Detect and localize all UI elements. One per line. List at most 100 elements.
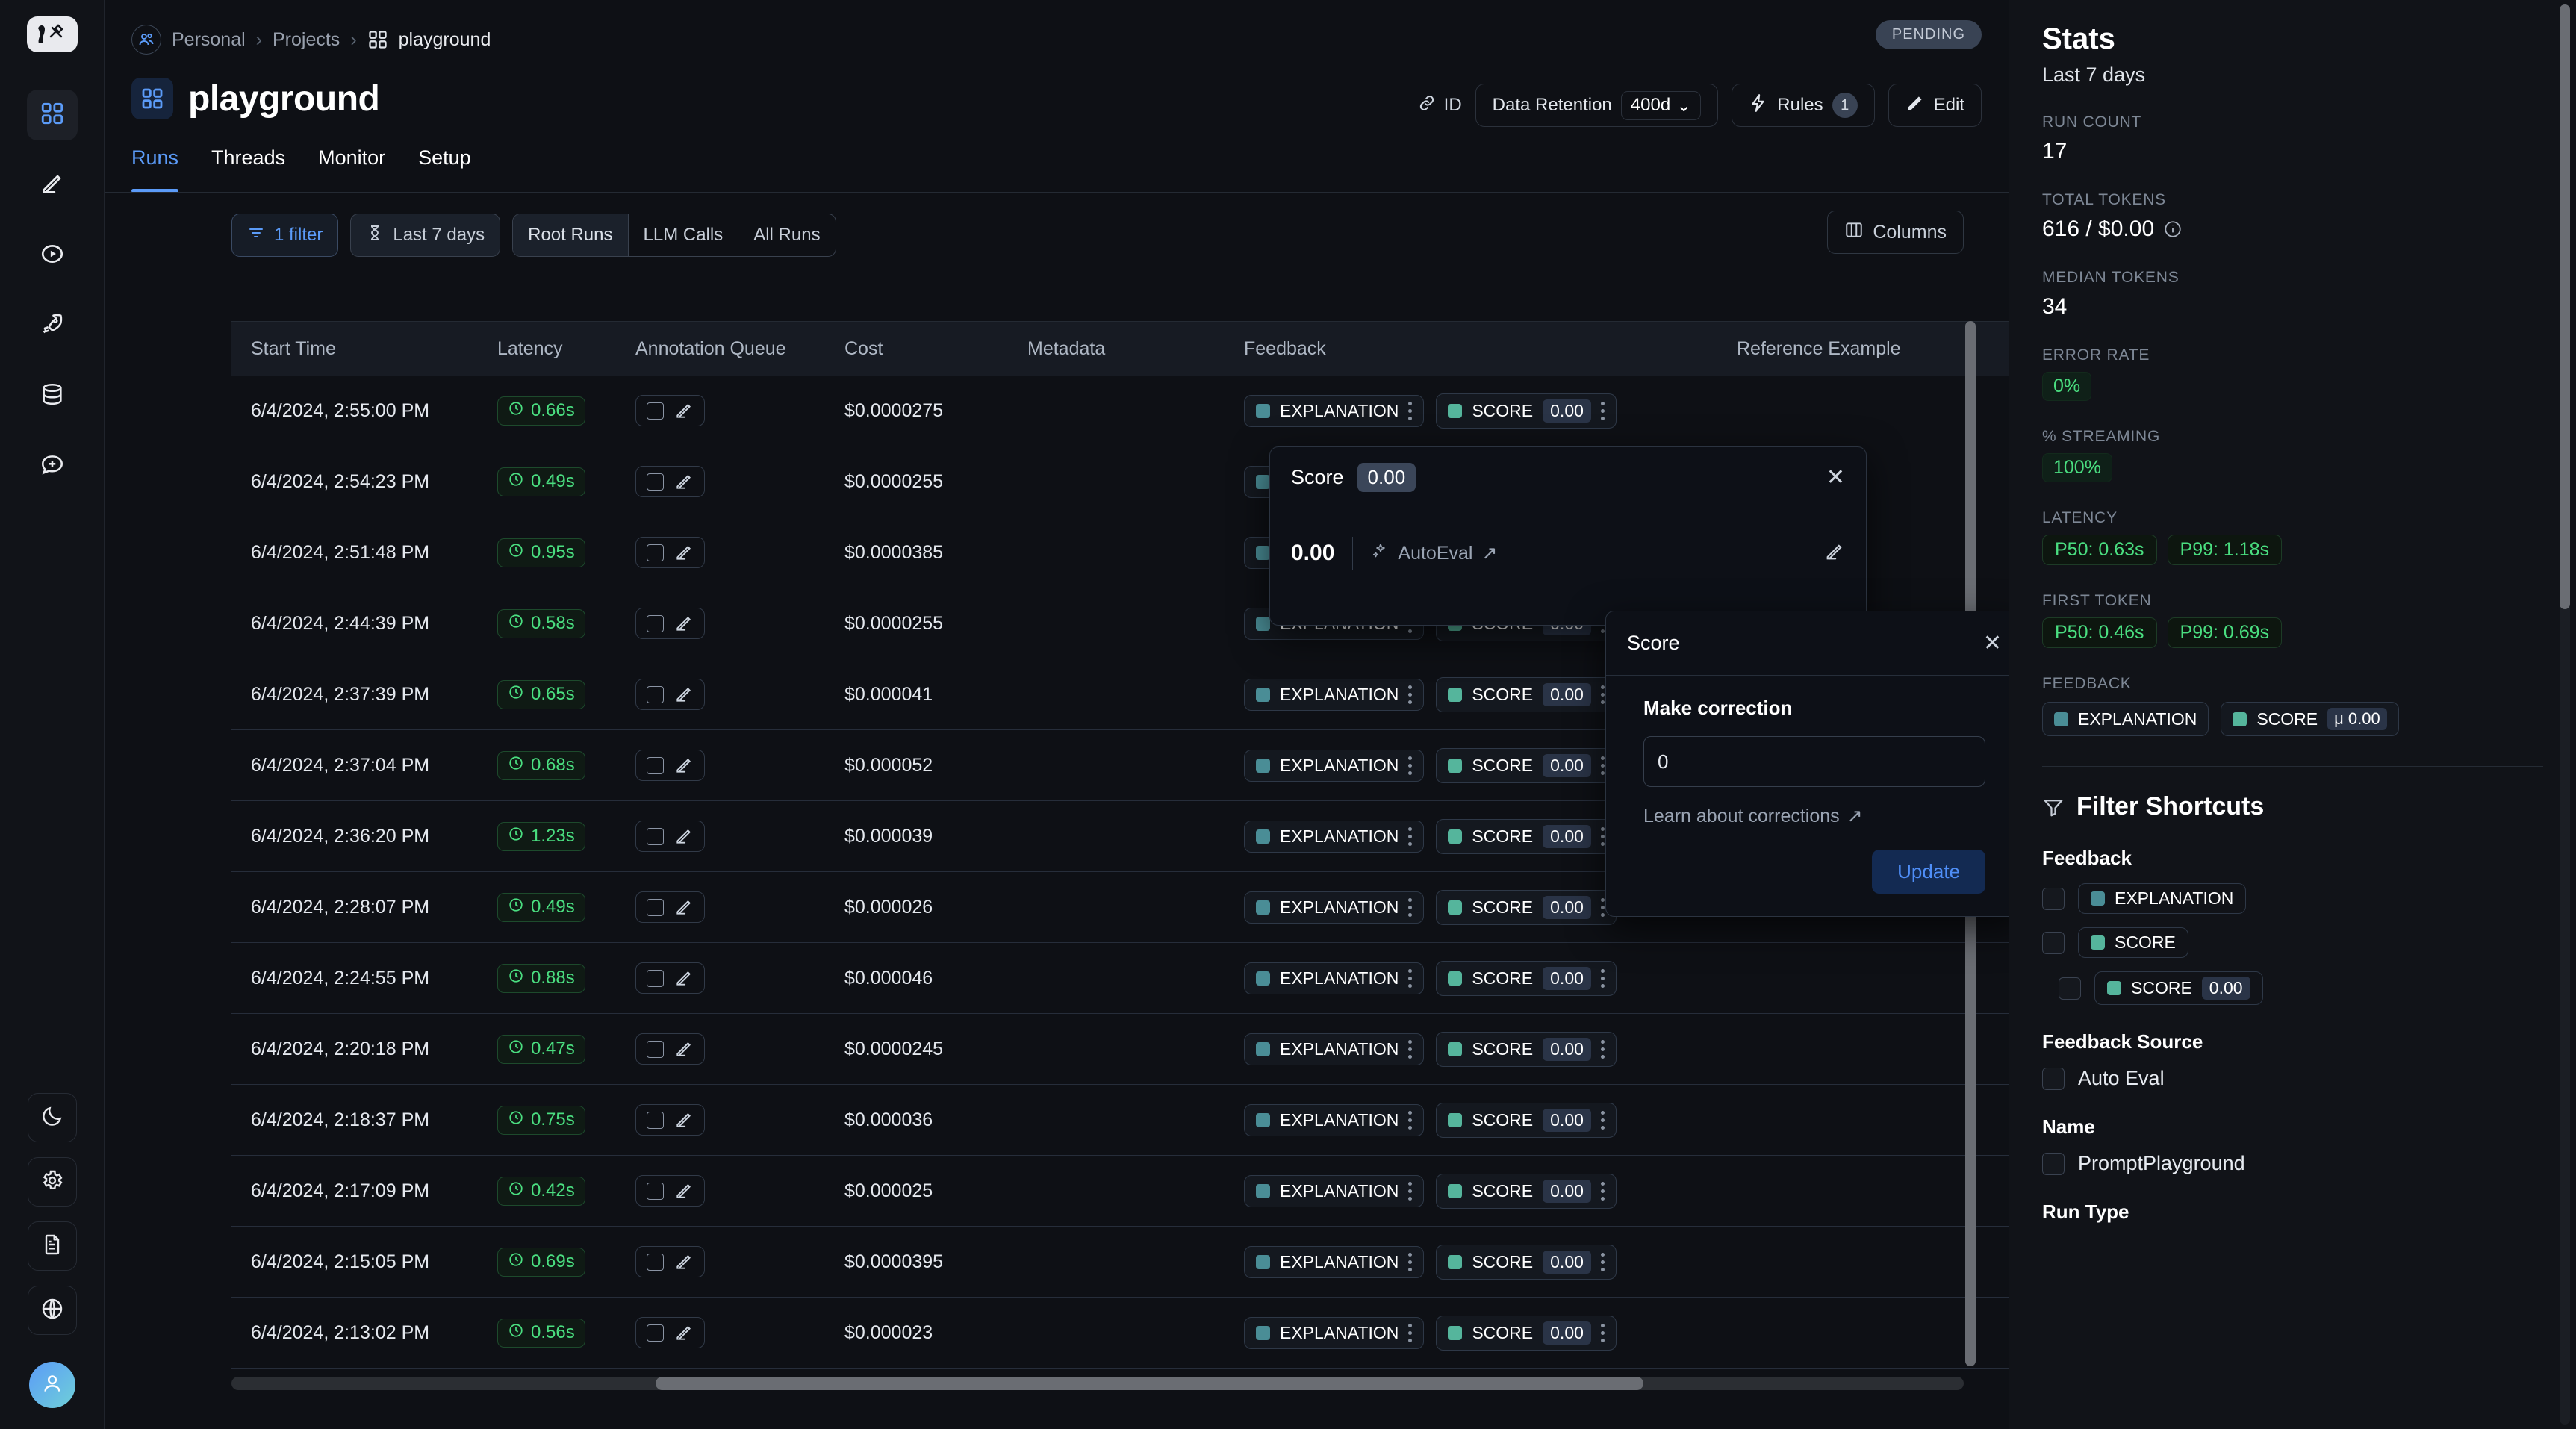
breadcrumb-item-projects[interactable]: Projects [273,29,340,51]
tag-menu-icon[interactable] [1600,897,1605,917]
tag-menu-icon[interactable] [1600,1323,1605,1342]
sidebar-item-deployments[interactable] [27,300,78,351]
tag-menu-icon[interactable] [1408,756,1413,775]
edit-button[interactable]: Edit [1888,84,1982,127]
segment-root-runs[interactable]: Root Runs [513,214,629,256]
project-id-chip[interactable]: ID [1417,93,1462,118]
panel-scrollbar-thumb[interactable] [2560,4,2570,609]
cell-start-time[interactable]: 6/4/2024, 2:44:39 PM [231,613,478,635]
checkbox-icon[interactable] [647,614,664,632]
filter-option-tag[interactable]: EXPLANATION [2078,883,2247,914]
tag-menu-icon[interactable] [1600,685,1605,704]
feedback-tag-explanation[interactable]: EXPLANATION [1244,1103,1425,1136]
annotation-queue-control[interactable] [635,821,705,852]
feedback-tag-explanation[interactable]: EXPLANATION [1244,394,1425,427]
sidebar-item-projects[interactable] [26,90,78,140]
tag-menu-icon[interactable] [1600,401,1605,420]
time-range-button[interactable]: Last 7 days [350,214,501,257]
table-row[interactable]: 6/4/2024, 2:15:05 PM 0.69s $0.0000395 EXPLA… [231,1227,2009,1298]
feedback-tag-explanation[interactable]: EXPLANATION [1244,1033,1425,1065]
correction-input[interactable] [1643,736,1985,787]
column-header-feedback[interactable]: Feedback [1225,338,1717,360]
tab-runs[interactable]: Runs [131,146,179,193]
checkbox-icon[interactable] [647,756,664,774]
tag-menu-icon[interactable] [1600,1252,1605,1271]
column-header-latency[interactable]: Latency [478,338,616,360]
annotation-queue-control[interactable] [635,891,705,923]
annotation-queue-control[interactable] [635,608,705,639]
cell-start-time[interactable]: 6/4/2024, 2:18:37 PM [231,1109,478,1131]
checkbox-icon[interactable] [647,1040,664,1058]
feedback-tag-explanation[interactable]: EXPLANATION [1244,820,1425,853]
feedback-tag-score[interactable]: SCORE 0.00 [1436,818,1617,854]
pencil-icon[interactable] [674,1323,694,1342]
pencil-icon[interactable] [674,543,694,562]
cell-start-time[interactable]: 6/4/2024, 2:15:05 PM [231,1251,478,1273]
pencil-icon[interactable] [674,472,694,491]
table-row[interactable]: 6/4/2024, 2:13:02 PM 0.56s $0.000023 EXPLAN… [231,1298,2009,1369]
feedback-tag-explanation[interactable]: EXPLANATION [1244,1174,1425,1207]
langsmith-logo[interactable] [26,16,78,52]
pencil-icon[interactable] [674,897,694,917]
tag-menu-icon[interactable] [1408,1252,1413,1271]
column-header-start-time[interactable]: Start Time [231,338,478,360]
cell-start-time[interactable]: 6/4/2024, 2:17:09 PM [231,1180,478,1202]
tag-menu-icon[interactable] [1408,1110,1413,1130]
checkbox-icon[interactable] [647,473,664,491]
pencil-icon[interactable] [674,1181,694,1201]
tag-menu-icon[interactable] [1408,1181,1413,1201]
close-icon[interactable]: ✕ [1983,632,2002,655]
cell-start-time[interactable]: 6/4/2024, 2:36:20 PM [231,826,478,847]
checkbox-icon[interactable] [647,1182,664,1200]
feedback-tag-score[interactable]: SCORE 0.00 [1436,676,1617,712]
tag-menu-icon[interactable] [1408,1039,1413,1059]
filter-option-tag[interactable]: SCORE 0.00 [2094,971,2263,1005]
pencil-icon[interactable] [674,1110,694,1130]
cell-start-time[interactable]: 6/4/2024, 2:24:55 PM [231,968,478,989]
table-horizontal-scrollbar[interactable] [231,1377,1964,1390]
tag-menu-icon[interactable] [1600,826,1605,846]
filter-option[interactable]: Auto Eval [2042,1067,2543,1090]
table-row[interactable]: 6/4/2024, 2:18:37 PM 0.75s $0.000036 EXPLAN… [231,1085,2009,1156]
cell-start-time[interactable]: 6/4/2024, 2:37:04 PM [231,755,478,776]
checkbox-icon[interactable] [2042,931,2065,954]
sidebar-item-datasets[interactable] [27,370,78,421]
filter-button[interactable]: 1 filter [231,214,339,257]
pencil-icon[interactable] [674,1252,694,1271]
annotation-queue-control[interactable] [635,962,705,994]
feedback-chip-explanation[interactable]: EXPLANATION [2042,702,2209,736]
feedback-tag-score[interactable]: SCORE 0.00 [1436,1102,1617,1138]
update-button[interactable]: Update [1872,850,1985,894]
cell-start-time[interactable]: 6/4/2024, 2:20:18 PM [231,1039,478,1060]
feedback-tag-score[interactable]: SCORE 0.00 [1436,1244,1617,1280]
column-header-metadata[interactable]: Metadata [1008,338,1225,360]
scrollbar-thumb[interactable] [656,1377,1643,1390]
column-header-cost[interactable]: Cost [825,338,1008,360]
feedback-tag-score[interactable]: SCORE 0.00 [1436,960,1617,996]
segment-all-runs[interactable]: All Runs [738,214,835,256]
tag-menu-icon[interactable] [1600,968,1605,988]
tag-menu-icon[interactable] [1408,826,1413,846]
table-row[interactable]: 6/4/2024, 2:17:09 PM 0.42s $0.000025 EXPLAN… [231,1156,2009,1227]
columns-button[interactable]: Columns [1827,211,1964,254]
feedback-chip-score[interactable]: SCORE μ 0.00 [2221,702,2399,736]
sidebar-item-playground[interactable] [27,230,78,281]
data-retention-control[interactable]: Data Retention 400d ⌄ [1475,84,1719,127]
avatar[interactable] [28,1362,75,1408]
annotation-queue-control[interactable] [635,679,705,710]
tag-menu-icon[interactable] [1600,1110,1605,1130]
annotation-queue-control[interactable] [635,395,705,426]
checkbox-icon[interactable] [647,898,664,916]
feedback-tag-score[interactable]: SCORE 0.00 [1436,889,1617,925]
sidebar-item-prompts[interactable] [27,160,78,211]
table-row[interactable]: 6/4/2024, 2:55:00 PM 0.66s $0.0000275 EXPLA… [231,376,2009,446]
feedback-tag-explanation[interactable]: EXPLANATION [1244,678,1425,711]
cell-start-time[interactable]: 6/4/2024, 2:13:02 PM [231,1322,478,1344]
checkbox-icon[interactable] [647,544,664,561]
checkbox-icon[interactable] [647,685,664,703]
feedback-tag-explanation[interactable]: EXPLANATION [1244,1245,1425,1278]
cell-start-time[interactable]: 6/4/2024, 2:37:39 PM [231,684,478,706]
pencil-icon[interactable] [674,756,694,775]
checkbox-icon[interactable] [647,1111,664,1129]
tag-menu-icon[interactable] [1600,1039,1605,1059]
